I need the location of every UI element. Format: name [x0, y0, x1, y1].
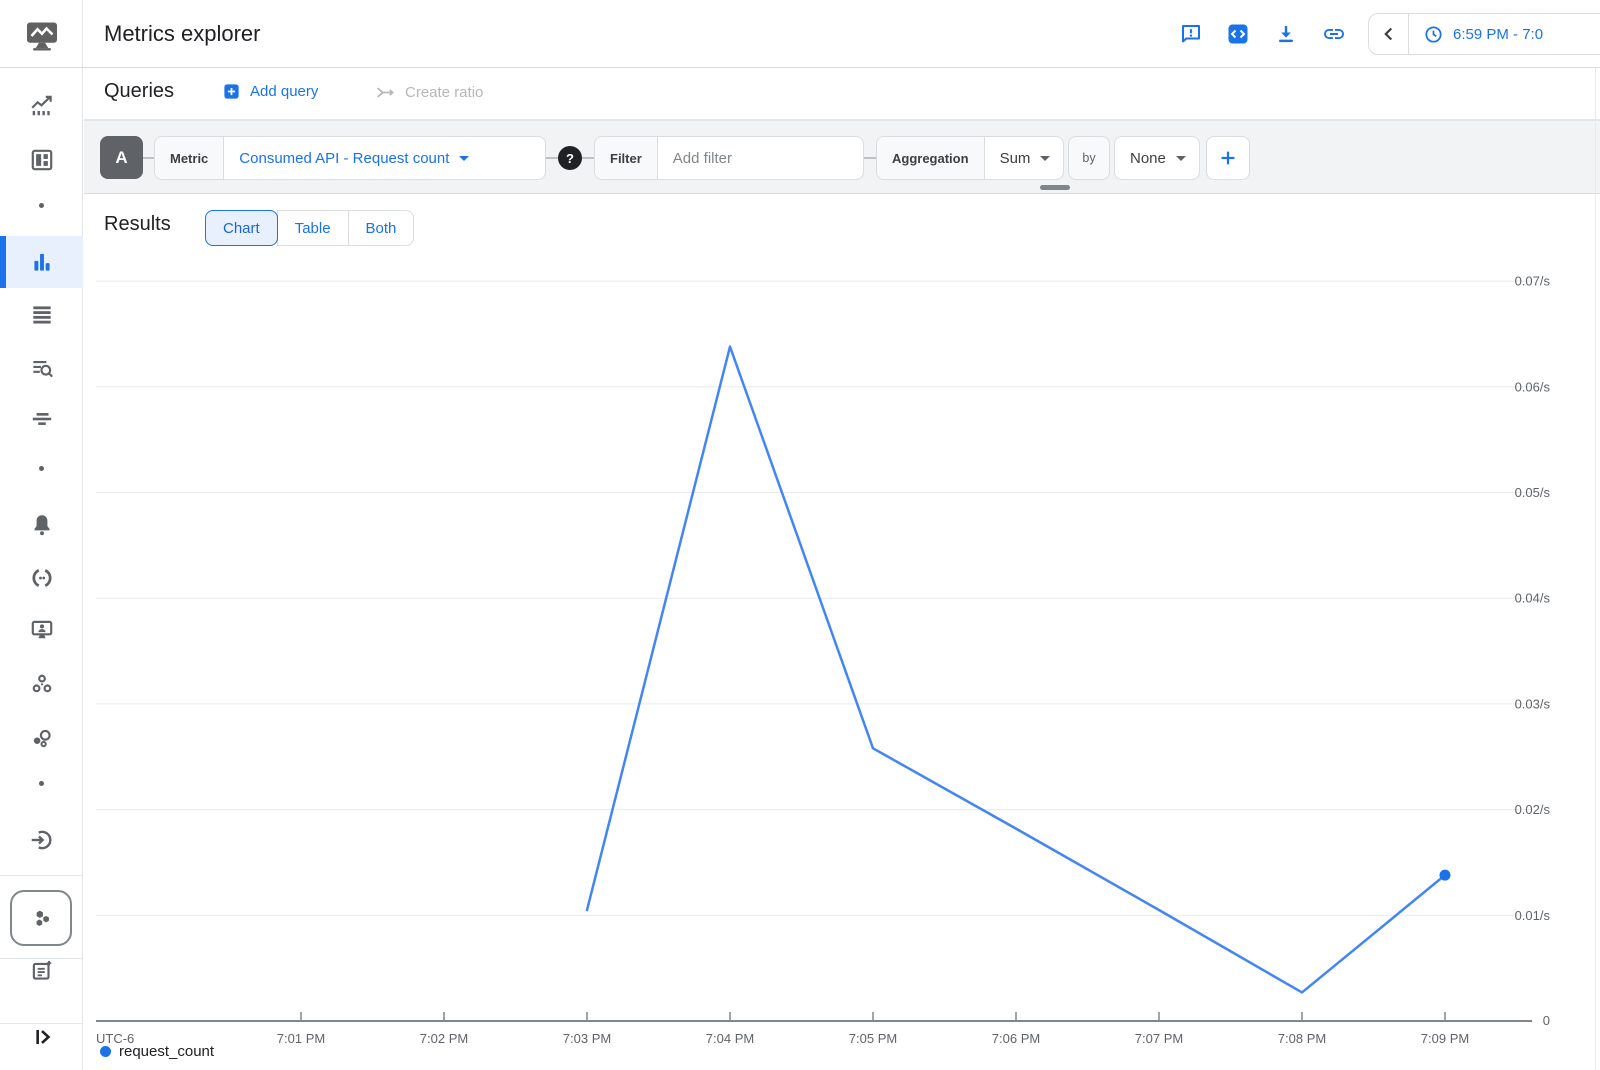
svg-text:7:06 PM: 7:06 PM: [992, 1031, 1040, 1046]
svg-text:0.07/s: 0.07/s: [1515, 274, 1551, 289]
svg-text:7:07 PM: 7:07 PM: [1135, 1031, 1183, 1046]
metrics-explorer-page: Metrics explorer 6:59 PM - 7:0 Qu: [0, 0, 1600, 1070]
svg-text:0.02/s: 0.02/s: [1515, 802, 1551, 817]
svg-text:7:04 PM: 7:04 PM: [706, 1031, 754, 1046]
legend-series-dot: [100, 1046, 111, 1057]
svg-text:0.01/s: 0.01/s: [1515, 908, 1551, 923]
svg-text:7:02 PM: 7:02 PM: [420, 1031, 468, 1046]
svg-text:0.05/s: 0.05/s: [1515, 485, 1551, 500]
svg-text:0.03/s: 0.03/s: [1515, 696, 1551, 711]
svg-text:0.04/s: 0.04/s: [1515, 591, 1551, 606]
results-line-chart[interactable]: 0.07/s 0.06/s 0.05/s 0.04/s 0.03/s 0.02/s 0.01…: [0, 0, 1600, 1070]
svg-text:7:08 PM: 7:08 PM: [1278, 1031, 1326, 1046]
legend-item-request-count[interactable]: request_count: [100, 1043, 214, 1060]
svg-text:7:03 PM: 7:03 PM: [563, 1031, 611, 1046]
view-toggle-chart[interactable]: Chart: [205, 210, 278, 246]
svg-text:7:09 PM: 7:09 PM: [1421, 1031, 1469, 1046]
svg-text:7:05 PM: 7:05 PM: [849, 1031, 897, 1046]
svg-text:0.06/s: 0.06/s: [1515, 379, 1551, 394]
svg-text:0: 0: [1543, 1013, 1550, 1028]
legend-series-label: request_count: [119, 1043, 214, 1060]
panel-right-edge: [1595, 68, 1596, 1070]
svg-text:7:01 PM: 7:01 PM: [277, 1031, 325, 1046]
